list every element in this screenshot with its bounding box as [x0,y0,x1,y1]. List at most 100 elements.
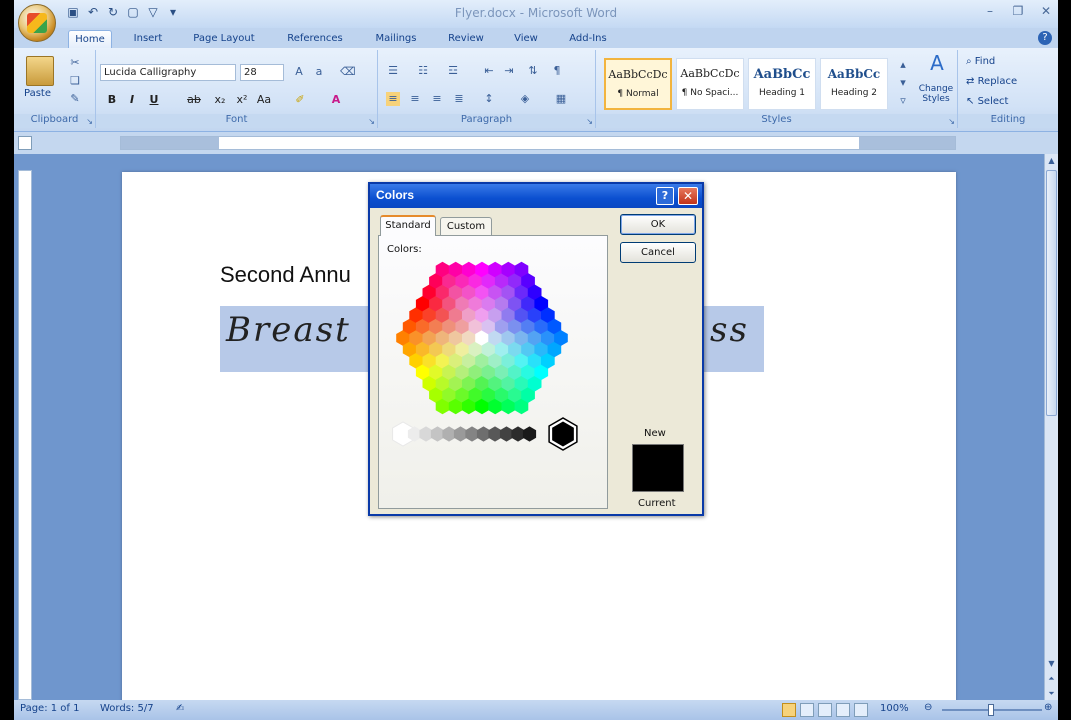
subscript-button[interactable]: x₂ [212,92,228,108]
tab-add-ins[interactable]: Add-Ins [562,30,614,48]
page-count[interactable]: Page: 1 of 1 [20,703,79,714]
outline-view-button[interactable] [836,703,850,717]
help-icon[interactable]: ? [1038,31,1052,45]
superscript-button[interactable]: x² [234,92,250,108]
dialog-help-icon[interactable]: ? [656,187,674,205]
style-no-spacing[interactable]: AaBbCcDc ¶ No Spaci... [676,58,744,110]
vertical-ruler[interactable] [18,170,32,700]
multilevel-list-icon[interactable]: ☲ [446,64,460,78]
gray-cell[interactable] [511,426,525,442]
gray-cell[interactable] [488,426,502,442]
styles-launcher-icon[interactable]: ↘ [948,117,955,126]
style-heading-2[interactable]: AaBbCc Heading 2 [820,58,888,110]
ok-button[interactable]: OK [620,214,696,235]
font-size-box[interactable]: 28 [240,64,284,81]
tab-mailings[interactable]: Mailings [366,30,426,48]
shrink-font-icon[interactable]: a [312,65,326,79]
copy-icon[interactable]: ❏ [68,74,82,88]
cancel-button[interactable]: Cancel [620,242,696,263]
borders-icon[interactable]: ▦ [554,92,568,106]
selected-black-cell[interactable] [549,418,577,450]
full-screen-view-button[interactable] [800,703,814,717]
print-layout-view-button[interactable] [782,703,796,717]
bullets-icon[interactable]: ☰ [386,64,400,78]
paragraph-launcher-icon[interactable]: ↘ [586,117,593,126]
replace-button[interactable]: ⇄ Replace [966,76,1017,87]
find-button[interactable]: ⌕ Find [966,56,995,67]
tab-page-layout[interactable]: Page Layout [186,30,262,48]
gray-cell[interactable] [476,426,491,442]
paste-icon[interactable] [26,56,54,86]
cut-icon[interactable]: ✂ [68,56,82,70]
style-heading-1[interactable]: AaBbCc Heading 1 [748,58,816,110]
show-marks-icon[interactable]: ¶ [550,64,564,78]
zoom-out-icon[interactable]: ⊖ [924,702,932,713]
strikethrough-button[interactable]: ab [186,92,202,108]
tab-references[interactable]: References [278,30,352,48]
bold-button[interactable]: B [104,92,120,108]
previous-page-icon[interactable]: ⏶ [1045,672,1058,685]
vertical-scrollbar[interactable]: ▲ ▼ ⏶ ⏷ [1044,154,1058,700]
tab-home[interactable]: Home [68,30,112,48]
highlight-icon[interactable]: ✐ [292,92,308,108]
font-family-box[interactable]: Lucida Calligraphy [100,64,236,81]
gray-cell[interactable] [499,426,514,442]
office-button[interactable] [18,4,56,42]
gray-cell[interactable] [522,426,537,442]
scroll-thumb[interactable] [1046,170,1057,416]
align-right-icon[interactable]: ≡ [430,92,444,106]
restore-icon[interactable]: ❐ [1010,3,1026,19]
increase-indent-icon[interactable]: ⇥ [502,64,516,78]
clear-formatting-icon[interactable]: ⌫ [340,65,356,79]
zoom-level[interactable]: 100% [880,703,909,714]
minimize-icon[interactable]: – [982,3,998,19]
gray-cell[interactable] [442,426,456,442]
zoom-in-icon[interactable]: ⊕ [1044,702,1052,713]
draft-view-button[interactable] [854,703,868,717]
tab-selector-button[interactable] [18,136,32,150]
decrease-indent-icon[interactable]: ⇤ [482,64,496,78]
proofing-icon[interactable]: ✍ [176,703,184,714]
change-styles-icon[interactable]: A [926,53,948,78]
clipboard-launcher-icon[interactable]: ↘ [86,117,93,126]
font-color-icon[interactable]: A [328,92,344,108]
change-styles-button[interactable]: Change Styles [914,84,958,104]
scroll-down-icon[interactable]: ▼ [1045,657,1058,670]
style-normal[interactable]: AaBbCcDc ¶ Normal [604,58,672,110]
tab-custom[interactable]: Custom [440,217,492,236]
paste-button[interactable]: Paste [24,88,51,99]
tab-review[interactable]: Review [442,30,490,48]
styles-scroll-down-icon[interactable]: ▾ [896,76,910,90]
gray-cell[interactable] [453,426,468,442]
gray-cell[interactable] [465,426,479,442]
styles-more-icon[interactable]: ▿ [896,94,910,108]
zoom-slider-thumb[interactable] [988,704,994,716]
word-count[interactable]: Words: 5/7 [100,703,154,714]
justify-icon[interactable]: ≣ [452,92,466,106]
scroll-up-icon[interactable]: ▲ [1045,154,1058,167]
dialog-close-icon[interactable]: ✕ [678,187,698,205]
horizontal-ruler[interactable] [120,136,956,150]
grow-font-icon[interactable]: A [292,65,306,79]
tab-insert[interactable]: Insert [126,30,170,48]
italic-button[interactable]: I [124,92,140,108]
align-left-icon[interactable]: ≡ [386,92,400,106]
web-layout-view-button[interactable] [818,703,832,717]
gray-cell[interactable] [430,426,445,442]
styles-scroll-up-icon[interactable]: ▴ [896,58,910,72]
tab-view[interactable]: View [508,30,544,48]
underline-button[interactable]: U [146,92,162,108]
next-page-icon[interactable]: ⏷ [1045,687,1058,700]
sort-icon[interactable]: ⇅ [526,64,540,78]
select-button[interactable]: ↖ Select [966,96,1008,107]
gray-cell[interactable] [419,426,433,442]
align-center-icon[interactable]: ≡ [408,92,422,106]
font-launcher-icon[interactable]: ↘ [368,117,375,126]
color-hexagon-palette[interactable] [379,236,609,510]
line-spacing-icon[interactable]: ↕ [482,92,496,106]
change-case-button[interactable]: Aa [256,92,272,108]
close-window-icon[interactable]: ✕ [1038,3,1054,19]
numbering-icon[interactable]: ☷ [416,64,430,78]
tab-standard[interactable]: Standard [380,215,436,236]
format-painter-icon[interactable]: ✎ [68,92,82,106]
